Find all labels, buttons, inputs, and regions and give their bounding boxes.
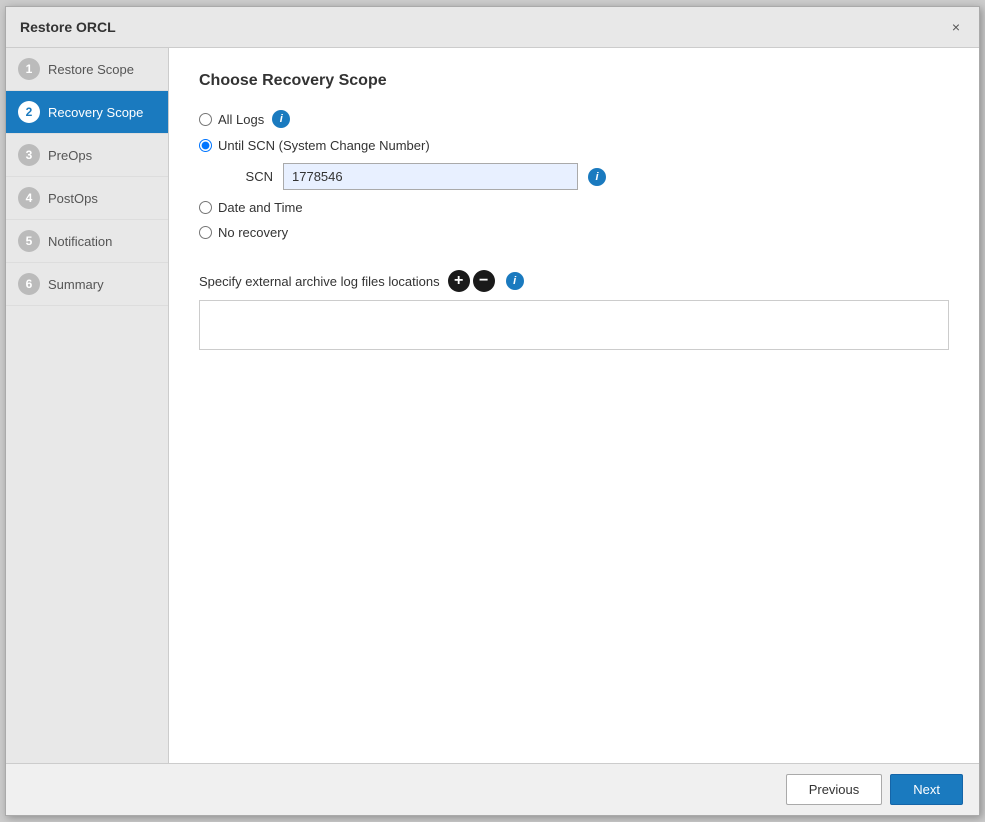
scn-info-icon[interactable]: i (588, 168, 606, 186)
scn-input[interactable] (283, 163, 578, 190)
step-num-4: 4 (18, 187, 40, 209)
archive-info-icon[interactable]: i (506, 272, 524, 290)
no-recovery-radio[interactable] (199, 226, 212, 239)
step-num-6: 6 (18, 273, 40, 295)
until-scn-label[interactable]: Until SCN (System Change Number) (218, 138, 430, 153)
sidebar-label-restore-scope: Restore Scope (48, 62, 134, 77)
sidebar-label-summary: Summary (48, 277, 104, 292)
section-title: Choose Recovery Scope (199, 72, 949, 90)
sidebar-item-restore-scope[interactable]: 1 Restore Scope (6, 48, 168, 91)
sidebar-label-recovery-scope: Recovery Scope (48, 105, 143, 120)
archive-section: Specify external archive log files locat… (199, 270, 949, 353)
main-content: Choose Recovery Scope All Logs i Until S… (169, 48, 979, 763)
archive-textarea[interactable] (199, 300, 949, 350)
dialog-footer: Previous Next (6, 763, 979, 815)
all-logs-label[interactable]: All Logs (218, 112, 264, 127)
dialog-header: Restore ORCL × (6, 7, 979, 48)
no-recovery-row: No recovery (199, 225, 949, 240)
all-logs-info-icon[interactable]: i (272, 110, 290, 128)
previous-button[interactable]: Previous (786, 774, 883, 805)
archive-remove-button[interactable]: − (473, 270, 495, 292)
sidebar: 1 Restore Scope 2 Recovery Scope 3 PreOp… (6, 48, 169, 763)
step-num-3: 3 (18, 144, 40, 166)
all-logs-radio[interactable] (199, 113, 212, 126)
sidebar-item-summary[interactable]: 6 Summary (6, 263, 168, 306)
archive-add-button[interactable]: + (448, 270, 470, 292)
restore-dialog: Restore ORCL × 1 Restore Scope 2 Recover… (5, 6, 980, 816)
date-time-radio[interactable] (199, 201, 212, 214)
all-logs-row: All Logs i (199, 110, 949, 128)
sidebar-item-preops[interactable]: 3 PreOps (6, 134, 168, 177)
archive-label: Specify external archive log files locat… (199, 274, 440, 289)
no-recovery-label[interactable]: No recovery (218, 225, 288, 240)
until-scn-radio[interactable] (199, 139, 212, 152)
close-button[interactable]: × (947, 17, 965, 37)
sidebar-item-recovery-scope[interactable]: 2 Recovery Scope (6, 91, 168, 134)
dialog-body: 1 Restore Scope 2 Recovery Scope 3 PreOp… (6, 48, 979, 763)
step-num-1: 1 (18, 58, 40, 80)
sidebar-label-preops: PreOps (48, 148, 92, 163)
date-time-label[interactable]: Date and Time (218, 200, 303, 215)
next-button[interactable]: Next (890, 774, 963, 805)
sidebar-item-notification[interactable]: 5 Notification (6, 220, 168, 263)
sidebar-label-notification: Notification (48, 234, 112, 249)
until-scn-row: Until SCN (System Change Number) (199, 138, 949, 153)
dialog-title: Restore ORCL (20, 19, 116, 35)
scn-label: SCN (223, 169, 273, 184)
step-num-2: 2 (18, 101, 40, 123)
sidebar-label-postops: PostOps (48, 191, 98, 206)
sidebar-item-postops[interactable]: 4 PostOps (6, 177, 168, 220)
date-time-row: Date and Time (199, 200, 949, 215)
archive-header: Specify external archive log files locat… (199, 270, 949, 292)
scn-row: SCN i (223, 163, 949, 190)
step-num-5: 5 (18, 230, 40, 252)
